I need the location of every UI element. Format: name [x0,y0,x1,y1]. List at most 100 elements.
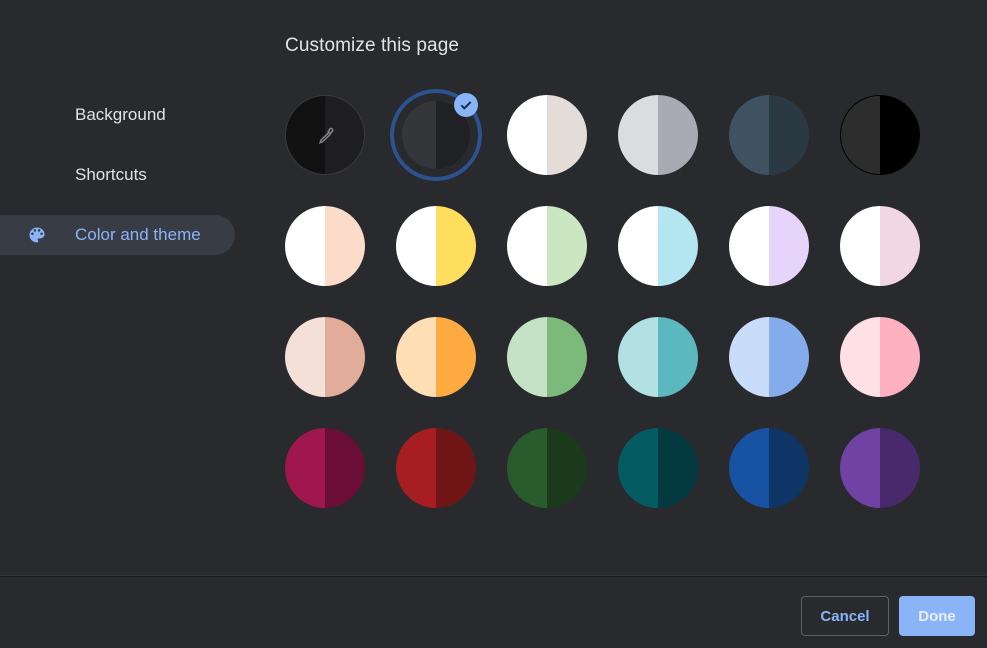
swatch-circle [285,317,365,397]
swatch-right-half [658,428,698,508]
palette-icon [27,225,47,245]
swatch-right-half [880,206,920,286]
swatch-circle [618,95,698,175]
swatch-left-half [729,428,769,508]
swatch-right-half [769,206,809,286]
theme-swatch-light-pink[interactable] [840,206,920,286]
theme-swatch-cool-grey[interactable] [618,95,698,175]
swatch-left-half [618,317,658,397]
theme-swatch-blue[interactable] [729,317,809,397]
swatch-right-half [769,428,809,508]
swatch-right-half [769,95,809,175]
swatch-left-half [285,428,325,508]
swatch-circle [729,428,809,508]
swatch-right-half [880,317,920,397]
swatch-circle [507,206,587,286]
page-title: Customize this page [285,35,460,56]
theme-swatch-custom-color[interactable] [285,95,365,175]
swatch-right-half [658,206,698,286]
theme-swatch-dark-green[interactable] [507,428,587,508]
swatch-circle [396,206,476,286]
swatch-right-half [547,95,587,175]
swatch-circle [729,317,809,397]
sidebar-item-label: Shortcuts [75,165,147,184]
swatch-circle [507,317,587,397]
swatch-circle [840,428,920,508]
sidebar-item-background[interactable]: Background [0,95,240,135]
swatch-left-half [618,206,658,286]
swatch-circle [729,95,809,175]
sidebar-item-label: Color and theme [75,225,201,244]
checkmark-icon [454,93,478,117]
swatch-right-half [880,428,920,508]
eyedropper-icon [316,126,336,146]
swatch-left-half [618,95,658,175]
theme-swatch-red[interactable] [396,428,476,508]
swatch-left-half [729,206,769,286]
theme-swatch-peach[interactable] [285,317,365,397]
swatch-left-half [285,317,325,397]
theme-swatch-black[interactable] [840,95,920,175]
swatch-left-half [618,428,658,508]
swatch-circle [840,317,920,397]
theme-swatch-default-dark[interactable] [390,89,482,181]
swatch-right-half [325,428,365,508]
theme-swatch-warm-grey[interactable] [507,95,587,175]
swatch-left-half [840,206,880,286]
swatch-left-half [396,206,436,286]
theme-swatch-dark-blue[interactable] [729,428,809,508]
swatch-right-half [880,96,919,174]
swatch-circle [396,428,476,508]
swatch-right-half [325,206,365,286]
theme-swatch-dark-teal[interactable] [618,428,698,508]
theme-swatch-orange[interactable] [396,317,476,397]
swatch-circle [507,428,587,508]
swatch-left-half [507,317,547,397]
swatch-left-half [729,95,769,175]
done-button[interactable]: Done [899,596,975,636]
swatch-left-half [841,96,880,174]
swatch-right-half [436,428,476,508]
swatch-circle [285,428,365,508]
swatch-circle [840,95,920,175]
swatch-circle [618,317,698,397]
theme-swatch-slate[interactable] [729,95,809,175]
swatch-left-half [840,428,880,508]
swatch-right-half [436,206,476,286]
swatch-left-half [396,428,436,508]
cancel-button[interactable]: Cancel [801,596,889,636]
swatch-circle [396,317,476,397]
swatch-left-half [402,101,436,169]
theme-swatch-green[interactable] [507,317,587,397]
footer-divider [0,575,987,577]
theme-swatch-light-green[interactable] [507,206,587,286]
theme-swatch-light-yellow[interactable] [396,206,476,286]
theme-swatch-pink[interactable] [840,317,920,397]
sidebar-item-color-and-theme[interactable]: Color and theme [0,215,235,255]
theme-swatch-grid [285,89,920,508]
sidebar-item-shortcuts[interactable]: Shortcuts [0,155,240,195]
theme-swatch-magenta[interactable] [285,428,365,508]
swatch-left-half [507,206,547,286]
swatch-right-half [658,95,698,175]
theme-swatch-violet[interactable] [840,428,920,508]
swatch-circle [618,206,698,286]
theme-swatch-light-lavender[interactable] [729,206,809,286]
swatch-right-half [769,317,809,397]
theme-swatch-light-cyan[interactable] [618,206,698,286]
swatch-circle [840,206,920,286]
swatch-circle [285,206,365,286]
swatch-right-half [325,317,365,397]
swatch-left-half [285,206,325,286]
swatch-right-half [436,317,476,397]
swatch-left-half [507,428,547,508]
swatch-circle [729,206,809,286]
swatch-left-half [840,317,880,397]
theme-swatch-light-peach[interactable] [285,206,365,286]
swatch-right-half [658,317,698,397]
theme-swatch-teal[interactable] [618,317,698,397]
swatch-left-half [396,317,436,397]
swatch-right-half [547,317,587,397]
swatch-left-half [729,317,769,397]
swatch-right-half [547,428,587,508]
